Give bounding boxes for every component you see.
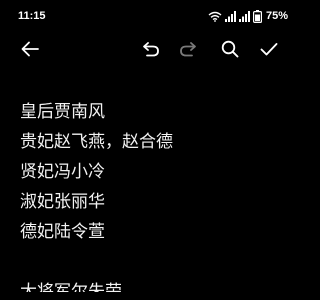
search-button[interactable]: [217, 36, 243, 62]
note-line: 大将军尔朱荣: [20, 282, 122, 292]
wifi-icon: [208, 11, 222, 22]
signal-icon: [224, 10, 236, 22]
status-time: 11:15: [18, 10, 46, 22]
note-line: 皇后贾南风: [20, 102, 105, 122]
redo-icon: [179, 41, 197, 57]
note-line: 贤妃冯小冷: [20, 162, 105, 182]
note-line: 淑妃张丽华: [20, 192, 105, 212]
battery-icon: [252, 9, 262, 23]
note-blank-line: [20, 247, 290, 277]
signal-icon: [238, 10, 250, 22]
search-icon: [221, 40, 239, 58]
note-body[interactable]: 皇后贾南风 贵妃赵飞燕，赵合德 贤妃冯小冷 淑妃张丽华 德妃陆令萱 大将军尔朱荣: [20, 97, 290, 292]
status-bar: 11:15 75%: [0, 0, 300, 32]
editor-toolbar: [0, 32, 300, 66]
confirm-button[interactable]: [256, 36, 282, 62]
arrow-left-icon: [21, 41, 39, 57]
redo-button[interactable]: [175, 36, 201, 62]
check-icon: [260, 42, 278, 57]
status-icons: 75%: [208, 9, 288, 23]
back-button[interactable]: [17, 36, 43, 62]
note-line: 贵妃赵飞燕，赵合德: [20, 132, 173, 152]
undo-icon: [142, 41, 160, 57]
undo-button[interactable]: [138, 36, 164, 62]
note-line: 德妃陆令萱: [20, 222, 105, 242]
battery-percent: 75%: [265, 10, 288, 22]
